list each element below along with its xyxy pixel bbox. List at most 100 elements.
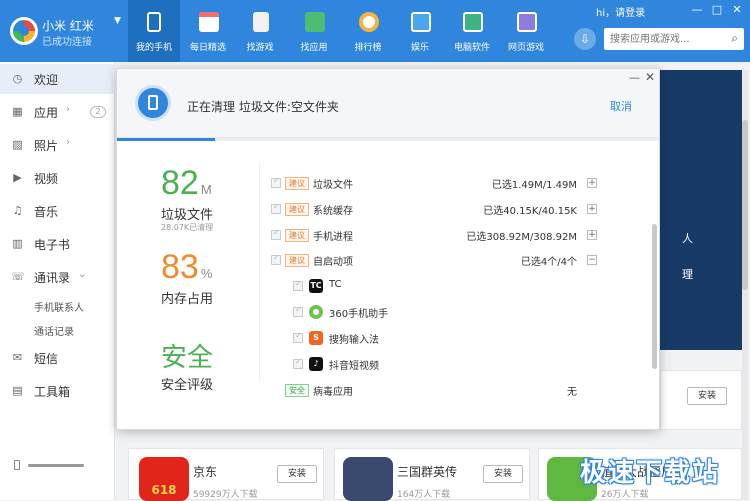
sidebar-item-ebooks[interactable]: ▥ 电子书 [0,229,115,259]
sidebar-item-toolbox[interactable]: ▤ 工具箱 [0,376,115,406]
gamepad-icon [517,12,537,32]
promo-text: 618 [151,483,177,497]
sidebar-subitem-call-log[interactable]: 通话记录 [34,323,74,338]
suggest-tag: 建议 [285,229,309,242]
checkbox[interactable] [271,176,281,188]
tab-daily-picks[interactable]: 每日精选 [182,0,234,62]
checkbox[interactable] [271,202,281,214]
sidebar-subitem-phone-contacts[interactable]: 手机联系人 [34,299,84,314]
tab-rankings[interactable]: 排行榜 [342,0,394,62]
page-scrollbar-thumb[interactable] [742,120,748,290]
suggest-tag: 建议 [285,254,309,267]
top-bar: 小米 红米 已成功连接 ▼ 我的手机 每日精选 找游戏 找应用 排行榜 娱乐 电… [0,0,750,62]
phone-clean-icon [135,85,171,121]
login-link[interactable]: hi，请登录 [596,4,645,19]
download-icon[interactable]: ⇩ [574,28,596,50]
tab-web-games[interactable]: 网页游戏 [500,0,552,62]
medal-icon [359,12,379,32]
checkbox[interactable] [271,253,281,265]
banner-panel[interactable]: 人 理 [660,70,742,350]
sidebar-item-welcome[interactable]: ◷ 欢迎 [0,64,115,94]
tab-pc-software[interactable]: 电脑软件 [446,0,498,62]
autostart-app-row: S 搜狗输入法 [269,329,599,349]
minimize-icon[interactable]: — [690,3,704,16]
sidebar-item-contacts[interactable]: ☏ 通讯录 ⌄ [0,262,115,292]
tab-label: 找应用 [300,43,328,53]
checkbox[interactable] [271,228,281,240]
sidebar-item-label: 短信 [34,352,59,366]
minimize-icon[interactable]: — [629,71,640,84]
close-icon[interactable]: ✕ [645,70,655,84]
row-label: 自启动项 [313,257,353,268]
chevron-down-icon[interactable]: ▼ [114,16,121,26]
app-downloads: 164万人下载 [397,490,451,500]
tab-find-games[interactable]: 找游戏 [234,0,286,62]
checkbox[interactable] [293,305,303,317]
tab-label: 电脑软件 [453,43,490,53]
autostart-app-row: ● 360手机助手 [269,303,599,323]
cleanup-row-system-cache: 建议 系统缓存 已选40.15K/40.15K + [269,200,599,220]
junk-size-value: 82 M [161,164,212,202]
row-label: 手机进程 [313,232,353,243]
maximize-icon[interactable]: □ [710,3,724,16]
collapse-icon[interactable]: − [587,255,597,265]
expand-icon[interactable]: + [587,178,597,188]
sanguo-app-icon [343,457,393,501]
suggest-tag: 建议 [285,203,309,216]
sidebar-item-photos[interactable]: ▨ 照片 › [0,130,115,160]
app-label: TC [329,279,342,290]
banner-text: 理 [682,268,693,281]
phone-icon [14,460,20,470]
tab-entertainment[interactable]: 娱乐 [394,0,446,62]
app-name: 三国群英传 [397,465,458,479]
row-label: 系统缓存 [313,206,353,217]
expand-icon[interactable]: + [587,230,597,240]
row-value: 已选1.49M/1.49M [491,180,577,191]
device-selector[interactable]: 小米 红米 已成功连接 ▼ [0,0,128,62]
calendar-icon [199,12,219,32]
cancel-button[interactable]: 取消 [610,98,632,114]
sidebar-item-label: 工具箱 [34,385,71,399]
checkbox[interactable] [293,357,303,369]
sidebar-item-label: 应用 [34,106,59,120]
install-button[interactable]: 安装 [277,465,317,483]
storage-bar [28,464,84,467]
chevron-right-icon: › [66,137,70,148]
device-name: 小米 红米 [42,19,94,33]
sogou-input-icon: S [309,331,323,345]
app-card: 安装 [660,370,742,430]
expand-icon[interactable]: + [587,204,597,214]
row-value: 已选308.92M/308.92M [466,232,577,243]
tab-find-apps[interactable]: 找应用 [288,0,340,62]
cleanup-row-processes: 建议 手机进程 已选308.92M/308.92M + [269,226,599,246]
checkbox[interactable] [293,279,303,291]
autostart-app-row: ♪ 抖音短视频 [269,355,599,375]
dialog-scrollbar[interactable] [652,224,657,369]
video-icon: ▶ [13,171,22,184]
sidebar-item-music[interactable]: ♫ 音乐 [0,196,115,226]
install-button[interactable]: 安装 [687,387,727,405]
grid-icon: ▦ [12,105,23,118]
dialog-title: 正在清理 垃圾文件:空文件夹 [187,100,339,114]
sidebar-item-videos[interactable]: ▶ 视频 [0,163,115,193]
safe-tag: 安全 [285,384,309,397]
install-button[interactable]: 安装 [483,465,523,483]
toolbox-icon: ▤ [12,384,23,397]
divider [259,163,260,381]
app-label: 360手机助手 [329,309,389,320]
sidebar-item-apps[interactable]: ▦ 应用 › 2 [0,97,115,127]
checkbox[interactable] [293,331,303,343]
search-input[interactable] [604,28,724,50]
close-icon[interactable]: ✕ [730,3,744,16]
safety-rating-value: 安全 [161,342,214,372]
message-icon: ✉ [12,351,23,364]
tab-my-phone[interactable]: 我的手机 [128,0,180,62]
phone-brand-logo-icon [10,17,38,45]
memory-label: 内存占用 [161,292,214,307]
search-icon[interactable]: ⌕ [731,31,738,46]
storage-bar-fill [28,464,84,467]
sidebar-item-sms[interactable]: ✉ 短信 [0,343,115,373]
app-card-sanguo: 三国群英传 164万人下载 安装 [334,448,530,501]
phone-icon [147,12,161,32]
sidebar: ◷ 欢迎 ▦ 应用 › 2 ▨ 照片 › ▶ 视频 ♫ 音乐 ▥ 电子书 ☏ 通… [0,62,115,500]
